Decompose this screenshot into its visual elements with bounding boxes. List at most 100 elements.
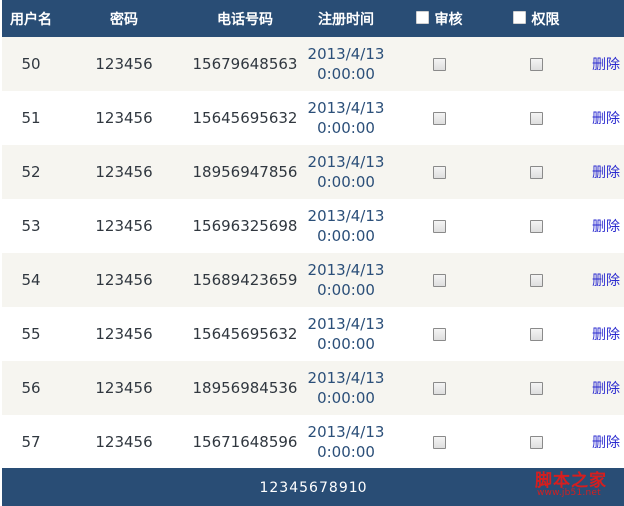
permission-checkbox[interactable] [529, 436, 543, 449]
page-link[interactable]: 7 [319, 480, 328, 496]
cell-permission [488, 307, 584, 361]
table-header: 用户名 密码 电话号码 注册时间 审核 权限 [2, 0, 624, 37]
permission-checkbox[interactable] [529, 274, 543, 287]
column-header-password: 密码 [110, 11, 138, 28]
review-checkbox[interactable] [432, 58, 446, 71]
review-checkbox[interactable] [432, 274, 446, 287]
delete-link[interactable]: 删除 [592, 219, 620, 235]
delete-link[interactable]: 删除 [592, 435, 620, 451]
cell-registered: 2013/4/13 0:00:00 [302, 145, 390, 199]
cell-phone: 18956984536 [192, 379, 298, 397]
registered-time: 0:00:00 [317, 119, 375, 137]
column-header-registered: 注册时间 [318, 11, 374, 28]
cell-action: 删除 [584, 37, 624, 91]
page-links: 12345678910 [2, 480, 624, 496]
cell-action: 删除 [584, 145, 624, 199]
page-link[interactable]: 1 [259, 480, 268, 496]
cell-registered: 2013/4/13 0:00:00 [302, 361, 390, 415]
page-link[interactable]: 8 [329, 480, 338, 496]
table-row: 50 123456 15679648563 2013/4/13 0:00:00 删除 [2, 37, 624, 91]
cell-review [390, 361, 488, 415]
registered-time: 0:00:00 [317, 281, 375, 299]
registered-time: 0:00:00 [317, 65, 375, 83]
cell-permission [488, 91, 584, 145]
cell-password: 123456 [95, 271, 153, 289]
cell-username: 57 [21, 433, 41, 451]
cell-permission [488, 253, 584, 307]
page-link[interactable]: 2 [269, 480, 278, 496]
column-header-permission: 权限 [488, 0, 584, 37]
page-link[interactable]: 4 [289, 480, 298, 496]
cell-registered: 2013/4/13 0:00:00 [302, 415, 390, 469]
cell-password: 123456 [95, 325, 153, 343]
registered-time: 0:00:00 [317, 389, 375, 407]
review-checkbox[interactable] [432, 436, 446, 449]
review-checkbox[interactable] [432, 112, 446, 125]
registered-time: 0:00:00 [317, 173, 375, 191]
cell-action: 删除 [584, 199, 624, 253]
table-row: 56 123456 18956984536 2013/4/13 0:00:00 删除 [2, 361, 624, 415]
cell-username: 53 [21, 217, 41, 235]
column-header-action [584, 0, 624, 37]
registered-date: 2013/4/13 [307, 99, 385, 117]
delete-link[interactable]: 删除 [592, 381, 620, 397]
cell-username: 51 [21, 109, 41, 127]
cell-action: 删除 [584, 307, 624, 361]
registered-time: 0:00:00 [317, 227, 375, 245]
cell-registered: 2013/4/13 0:00:00 [302, 307, 390, 361]
page-link[interactable]: 3 [279, 480, 288, 496]
select-all-review-checkbox[interactable] [415, 11, 429, 24]
delete-link[interactable]: 删除 [592, 327, 620, 343]
review-checkbox[interactable] [432, 166, 446, 179]
cell-phone: 15645695632 [192, 325, 298, 343]
header-row: 用户名 密码 电话号码 注册时间 审核 权限 [2, 0, 624, 37]
permission-checkbox[interactable] [529, 382, 543, 395]
permission-checkbox[interactable] [529, 112, 543, 125]
cell-review [390, 199, 488, 253]
review-checkbox[interactable] [432, 328, 446, 341]
permission-checkbox[interactable] [529, 328, 543, 341]
column-header-phone: 电话号码 [217, 11, 273, 28]
cell-phone: 18956947856 [192, 163, 298, 181]
cell-password: 123456 [95, 217, 153, 235]
cell-password: 123456 [95, 379, 153, 397]
select-all-permission-checkbox[interactable] [512, 11, 526, 24]
cell-permission [488, 145, 584, 199]
cell-review [390, 415, 488, 469]
watermark-url: www.jb51.net [537, 488, 601, 498]
cell-username: 55 [21, 325, 41, 343]
review-checkbox[interactable] [432, 220, 446, 233]
table-row: 57 123456 15671648596 2013/4/13 0:00:00 删除 [2, 415, 624, 469]
cell-review [390, 307, 488, 361]
cell-registered: 2013/4/13 0:00:00 [302, 253, 390, 307]
cell-password: 123456 [95, 433, 153, 451]
permission-checkbox[interactable] [529, 166, 543, 179]
cell-action: 删除 [584, 253, 624, 307]
review-checkbox[interactable] [432, 382, 446, 395]
delete-link[interactable]: 删除 [592, 111, 620, 127]
watermark-logo: 脚本之家 www.jb51.net [535, 467, 623, 499]
delete-link[interactable]: 删除 [592, 273, 620, 289]
cell-password: 123456 [95, 109, 153, 127]
page-link[interactable]: 10 [349, 480, 367, 496]
permission-checkbox[interactable] [529, 58, 543, 71]
page-link[interactable]: 6 [309, 480, 318, 496]
table-row: 52 123456 18956947856 2013/4/13 0:00:00 删除 [2, 145, 624, 199]
registered-date: 2013/4/13 [307, 153, 385, 171]
cell-review [390, 145, 488, 199]
page-link[interactable]: 9 [339, 480, 348, 496]
cell-username: 54 [21, 271, 41, 289]
registered-date: 2013/4/13 [307, 369, 385, 387]
cell-review [390, 37, 488, 91]
registered-date: 2013/4/13 [307, 423, 385, 441]
page-link[interactable]: 5 [299, 480, 308, 496]
permission-checkbox[interactable] [529, 220, 543, 233]
delete-link[interactable]: 删除 [592, 165, 620, 181]
cell-permission [488, 37, 584, 91]
column-header-permission-label: 权限 [531, 11, 560, 28]
cell-username: 56 [21, 379, 41, 397]
delete-link[interactable]: 删除 [592, 57, 620, 73]
user-table: 用户名 密码 电话号码 注册时间 审核 权限 50 123456 156796485… [2, 0, 624, 469]
cell-action: 删除 [584, 91, 624, 145]
cell-password: 123456 [95, 55, 153, 73]
